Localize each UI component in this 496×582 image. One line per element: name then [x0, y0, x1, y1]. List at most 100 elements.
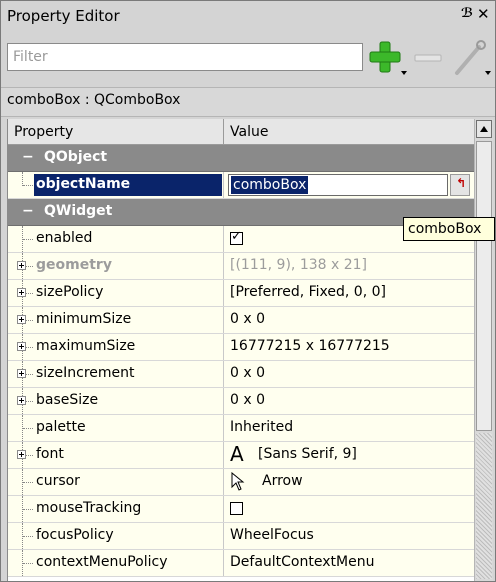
tree-branch-line	[23, 536, 33, 538]
property-tree[interactable]: Property Value − QObject objectName comb…	[7, 119, 475, 581]
scroll-handle[interactable]	[476, 141, 492, 431]
object-name-editor[interactable]: comboBox	[228, 174, 448, 196]
object-name-input-text[interactable]: comboBox	[231, 176, 309, 194]
property-value-cell[interactable]: [(111, 9), 138 x 21]	[224, 253, 475, 279]
property-value: [Preferred, Fixed, 0, 0]	[230, 284, 386, 300]
expand-icon[interactable]	[17, 342, 26, 351]
property-name: font	[36, 446, 64, 462]
vertical-scrollbar[interactable]	[474, 119, 493, 581]
collapse-icon[interactable]: −	[22, 149, 34, 165]
collapse-icon[interactable]: −	[22, 203, 34, 219]
tree-branch-line	[23, 239, 33, 241]
group-label: QObject	[44, 149, 108, 165]
property-value-cell[interactable]: 0 x 0	[224, 307, 475, 333]
property-value-cell[interactable]: WheelFocus	[224, 523, 475, 549]
chevron-down-icon	[401, 71, 407, 75]
scroll-track[interactable]	[476, 433, 492, 579]
checkmark-icon: ✓	[231, 229, 242, 244]
group-row-qobject[interactable]: − QObject	[8, 145, 475, 172]
property-value-cell[interactable]: DefaultContextMenu	[224, 550, 475, 576]
property-name-cell: baseSize	[8, 388, 224, 414]
scroll-up-button[interactable]	[476, 120, 492, 138]
property-row-baseSize[interactable]: baseSize 0 x 0	[8, 388, 475, 415]
tree-branch-line	[23, 482, 33, 484]
property-name-cell: enabled	[8, 226, 224, 252]
tree-branch-line	[23, 428, 33, 430]
property-value-cell[interactable]: comboBox ↰	[224, 172, 475, 198]
property-name: contextMenuPolicy	[36, 554, 168, 570]
property-value: [Sans Serif, 9]	[258, 446, 357, 462]
property-name-cell: cursor	[8, 469, 224, 495]
property-value: 0 x 0	[230, 365, 265, 381]
property-name: mouseTracking	[36, 500, 142, 516]
configure-button[interactable]	[449, 37, 491, 79]
property-value: Inherited	[230, 419, 294, 435]
property-editor-window: Property Editor ℬ ✕ comboBox : QComboBox…	[0, 0, 496, 582]
add-property-button[interactable]	[367, 39, 407, 79]
property-name: sizePolicy	[36, 284, 104, 300]
remove-property-button[interactable]	[411, 39, 445, 79]
title-bar[interactable]: Property Editor ℬ ✕	[1, 1, 495, 33]
object-class-text: comboBox : QComboBox	[7, 92, 181, 108]
property-row-cursor[interactable]: cursor Arrow	[8, 469, 475, 496]
filter-input[interactable]	[8, 45, 353, 69]
tooltip: comboBox	[403, 217, 495, 241]
expand-icon[interactable]	[17, 396, 26, 405]
property-name: minimumSize	[36, 311, 132, 327]
property-name-cell: palette	[8, 415, 224, 441]
property-row-sizeIncrement[interactable]: sizeIncrement 0 x 0	[8, 361, 475, 388]
property-name-cell: sizeIncrement	[8, 361, 224, 387]
property-value-cell[interactable]	[224, 496, 475, 522]
window-title: Property Editor	[7, 7, 120, 25]
property-value: 0 x 0	[230, 392, 265, 408]
property-name: objectName	[36, 176, 131, 192]
property-name-cell: mouseTracking	[8, 496, 224, 522]
property-value: Arrow	[262, 473, 303, 489]
property-row-sizePolicy[interactable]: sizePolicy [Preferred, Fixed, 0, 0]	[8, 280, 475, 307]
property-name: geometry	[36, 257, 112, 273]
property-row-palette[interactable]: palette Inherited	[8, 415, 475, 442]
float-icon[interactable]: ℬ	[461, 6, 473, 21]
expand-icon[interactable]	[17, 315, 26, 324]
property-name-cell: sizePolicy	[8, 280, 224, 306]
object-class-label: comboBox : QComboBox	[1, 87, 495, 117]
property-name: cursor	[36, 473, 80, 489]
property-row-font[interactable]: font A [Sans Serif, 9]	[8, 442, 475, 469]
property-row-contextMenuPolicy[interactable]: contextMenuPolicy DefaultContextMenu	[8, 550, 475, 577]
chevron-down-icon	[485, 71, 491, 75]
property-row-minimumSize[interactable]: minimumSize 0 x 0	[8, 307, 475, 334]
property-row-mouseTracking[interactable]: mouseTracking	[8, 496, 475, 523]
property-name: baseSize	[36, 392, 99, 408]
enabled-checkbox[interactable]: ✓	[230, 229, 243, 245]
reset-arrow-icon: ↰	[456, 176, 467, 190]
tree-branch-line	[23, 563, 33, 565]
property-value-cell[interactable]: Arrow	[224, 469, 475, 495]
mouse-tracking-checkbox[interactable]	[230, 502, 243, 515]
remove-icon	[414, 54, 442, 62]
property-row-geometry[interactable]: geometry [(111, 9), 138 x 21]	[8, 253, 475, 280]
property-row-focusPolicy[interactable]: focusPolicy WheelFocus	[8, 523, 475, 550]
expand-icon[interactable]	[17, 288, 26, 297]
reset-property-button[interactable]: ↰	[450, 174, 470, 196]
filter-field[interactable]	[7, 43, 363, 71]
column-header-property[interactable]: Property	[8, 119, 224, 145]
column-header-value[interactable]: Value	[224, 119, 475, 145]
property-value-cell[interactable]: [Preferred, Fixed, 0, 0]	[224, 280, 475, 306]
property-value-cell[interactable]: Inherited	[224, 415, 475, 441]
property-value: 16777215 x 16777215	[230, 338, 390, 354]
property-value: [(111, 9), 138 x 21]	[230, 257, 367, 273]
property-name-cell: maximumSize	[8, 334, 224, 360]
expand-icon[interactable]	[17, 369, 26, 378]
property-row-objectName[interactable]: objectName comboBox ↰	[8, 172, 475, 199]
property-name-cell: objectName	[8, 172, 224, 198]
property-name: focusPolicy	[36, 527, 114, 543]
property-value-cell[interactable]: A [Sans Serif, 9]	[224, 442, 475, 468]
close-icon[interactable]: ✕	[477, 5, 490, 23]
expand-icon[interactable]	[17, 450, 26, 459]
property-row-maximumSize[interactable]: maximumSize 16777215 x 16777215	[8, 334, 475, 361]
property-value-cell[interactable]: 16777215 x 16777215	[224, 334, 475, 360]
property-value-cell[interactable]: 0 x 0	[224, 361, 475, 387]
property-value-cell[interactable]: 0 x 0	[224, 388, 475, 414]
tree-header: Property Value	[8, 119, 475, 145]
expand-icon[interactable]	[17, 261, 26, 270]
